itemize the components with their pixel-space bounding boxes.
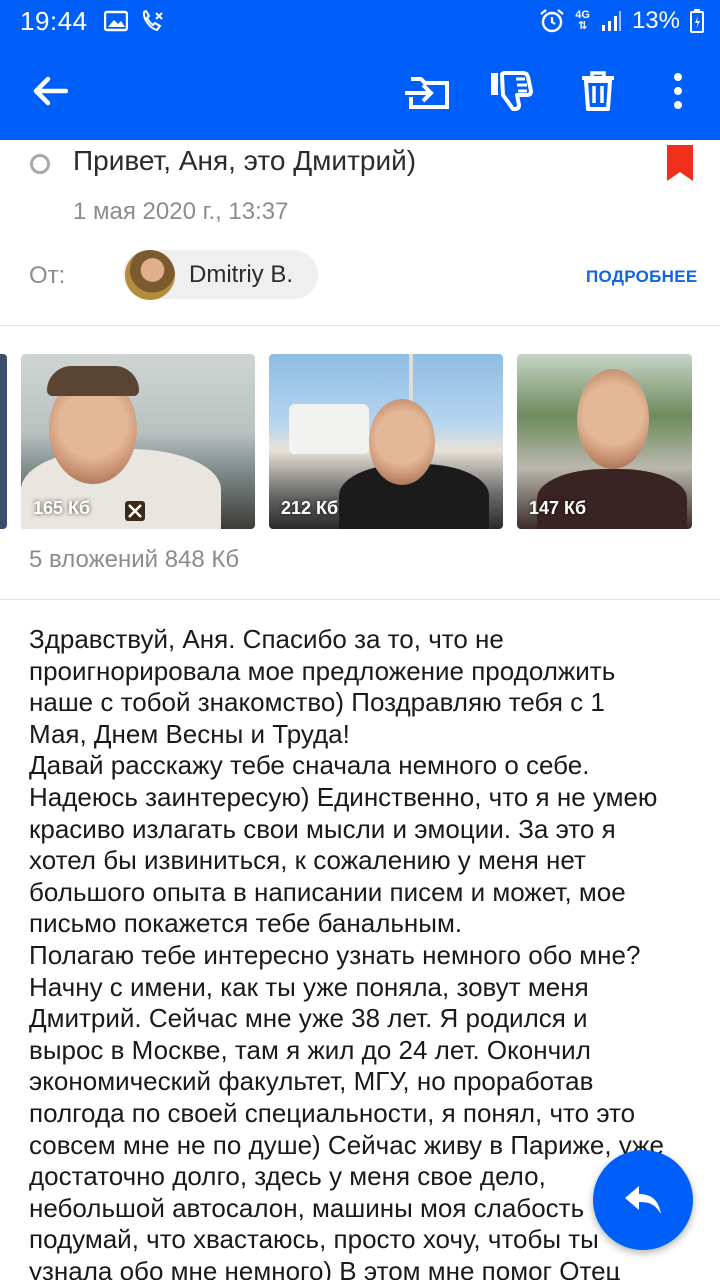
move-to-folder-icon	[405, 77, 449, 109]
battery-percent: 13%	[631, 7, 680, 34]
message-subject: Привет, Аня, это Дмитрий)	[73, 145, 417, 176]
attachment-thumbnail[interactable]: 147 Кб	[517, 354, 692, 529]
back-button[interactable]	[10, 42, 90, 140]
battery-icon	[690, 9, 704, 33]
reply-button[interactable]	[593, 1150, 693, 1250]
attachment-size: 147 Кб	[529, 498, 587, 518]
call-notification-icon	[142, 9, 163, 32]
subject-row: Привет, Аня, это Дмитрий)	[0, 140, 720, 190]
alarm-icon	[540, 9, 565, 33]
header-divider	[0, 325, 720, 326]
arrow-left-icon	[33, 76, 68, 106]
read-status-icon[interactable]	[30, 154, 50, 174]
more-options-button[interactable]	[638, 42, 718, 140]
attachments-summary: 5 вложений 848 Кб	[29, 546, 240, 573]
message-toolbar	[0, 42, 720, 140]
attachments-divider	[0, 599, 720, 600]
attachment-thumbnail[interactable]: 212 Кб	[269, 354, 503, 529]
attachment-size: 165 Кб	[33, 498, 91, 518]
network-type: 4G ⇅	[575, 9, 590, 32]
delete-button[interactable]	[558, 42, 638, 140]
reply-icon	[625, 1186, 661, 1214]
more-vertical-icon	[674, 73, 682, 109]
trash-icon	[582, 71, 614, 111]
status-time: 19:44	[20, 5, 88, 36]
details-link[interactable]: ПОДРОБНЕЕ	[586, 267, 698, 287]
sender-chip[interactable]: Dmitriy B.	[123, 249, 318, 300]
attachment-thumbnail-partial[interactable]	[0, 354, 7, 529]
sender-name: Dmitriy B.	[189, 260, 293, 288]
attachment-size: 212 Кб	[281, 498, 339, 518]
sender-avatar	[125, 249, 175, 300]
status-bar: 19:44 4G ⇅ 13%	[0, 0, 720, 42]
bookmark-flag-icon[interactable]	[666, 145, 694, 181]
thumbs-down-icon	[491, 71, 533, 111]
signal-icon	[601, 11, 621, 31]
spam-button[interactable]	[471, 42, 551, 140]
from-label: От:	[29, 262, 66, 289]
move-to-folder-button[interactable]	[386, 42, 466, 140]
image-notification-icon	[103, 10, 128, 32]
crossed-tools-icon	[125, 501, 145, 521]
attachment-thumbnail[interactable]: 165 Кб	[21, 354, 255, 529]
message-date: 1 мая 2020 г., 13:37	[73, 198, 289, 225]
